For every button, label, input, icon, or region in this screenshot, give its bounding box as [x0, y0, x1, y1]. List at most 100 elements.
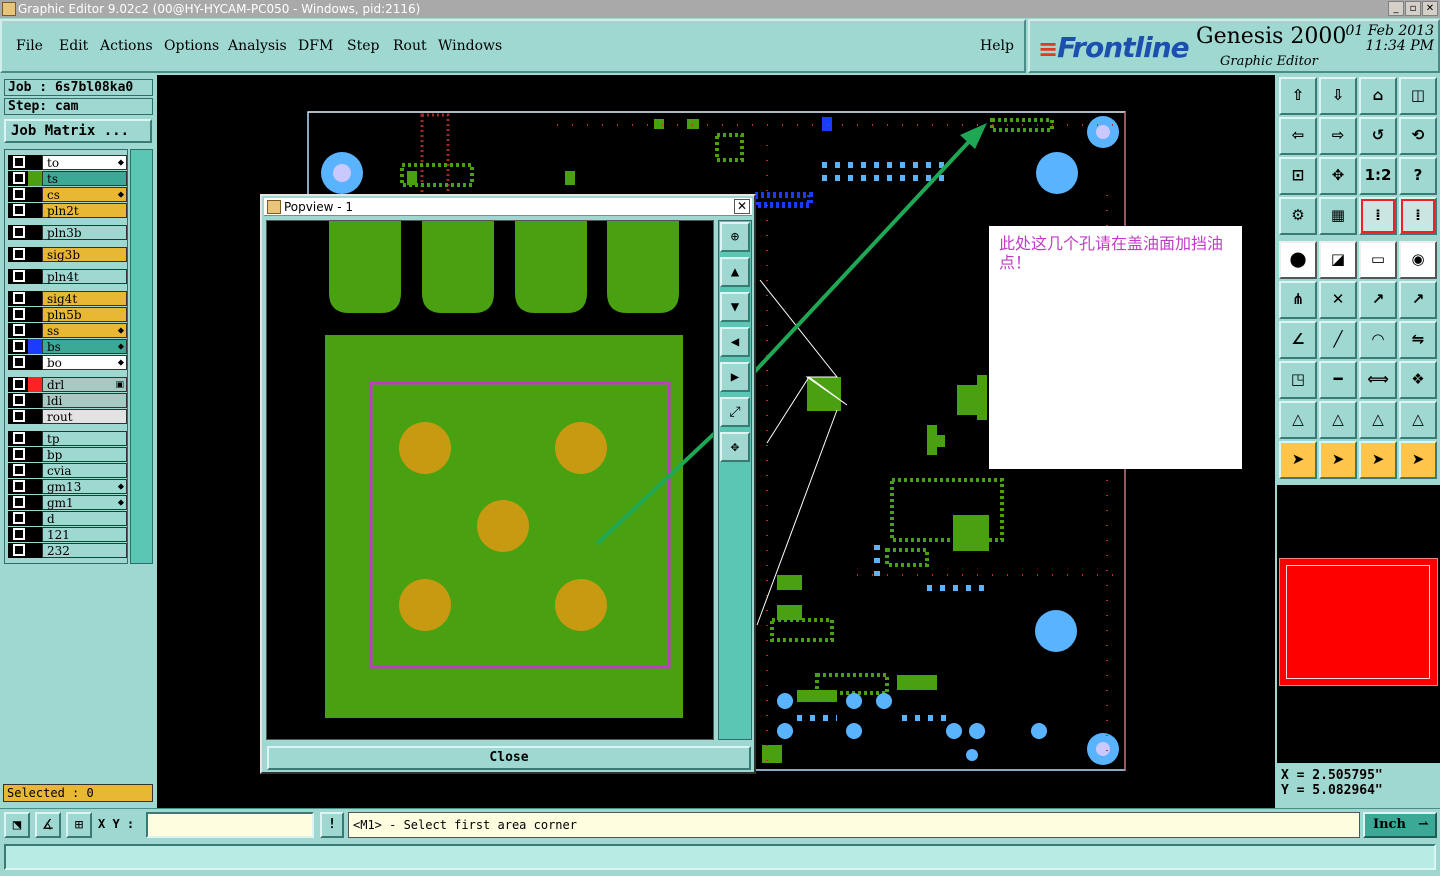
- layer-name[interactable]: gm1 ⬥: [42, 495, 127, 510]
- layer-color-swatch[interactable]: [28, 307, 42, 322]
- layer-name[interactable]: 121: [42, 527, 127, 542]
- layer-color-swatch[interactable]: [28, 247, 42, 262]
- triangle-d-icon[interactable]: △: [1399, 401, 1437, 439]
- layer-name[interactable]: to ⬥: [42, 155, 127, 170]
- layer-row[interactable]: cvia: [8, 463, 127, 478]
- layer-color-swatch[interactable]: [28, 187, 42, 202]
- layer-color-swatch[interactable]: [28, 495, 42, 510]
- layer-name[interactable]: pln4t: [42, 269, 127, 284]
- layer-checkbox[interactable]: [8, 543, 28, 558]
- layer-name[interactable]: rout: [42, 409, 127, 424]
- close-icon[interactable]: ✕: [1422, 1, 1438, 16]
- layer-scrollbar[interactable]: [130, 149, 153, 564]
- layer-name[interactable]: cs ⬥: [42, 187, 127, 202]
- layer-color-swatch[interactable]: [28, 479, 42, 494]
- layer-checkbox[interactable]: [8, 203, 28, 218]
- snap-mode-icon[interactable]: ⬔: [4, 812, 30, 838]
- layer-checkbox[interactable]: [8, 247, 28, 262]
- pan-up-icon[interactable]: ⇧: [1279, 77, 1317, 115]
- layer-checkbox[interactable]: [8, 393, 28, 408]
- move-icon[interactable]: ↗: [1359, 281, 1397, 319]
- layer-name[interactable]: bp: [42, 447, 127, 462]
- layer-color-swatch[interactable]: [28, 463, 42, 478]
- fit-width-icon[interactable]: ⟺: [1359, 361, 1397, 399]
- popview-zoom-in-icon[interactable]: ⊕: [720, 222, 750, 252]
- layer-checkbox[interactable]: [8, 155, 28, 170]
- layer-name[interactable]: drl ▣: [42, 377, 127, 392]
- maximize-icon[interactable]: ▫: [1405, 1, 1421, 16]
- layer-checkbox[interactable]: [8, 291, 28, 306]
- layer-row[interactable]: bs ⬥: [8, 339, 127, 354]
- grid-icon[interactable]: ▦: [1319, 197, 1357, 235]
- layer-row[interactable]: 121: [8, 527, 127, 542]
- layer-row[interactable]: pln4t: [8, 269, 127, 284]
- layer-color-swatch[interactable]: [28, 377, 42, 392]
- pan-down-icon[interactable]: ⇩: [1319, 77, 1357, 115]
- minimize-icon[interactable]: _: [1388, 1, 1404, 16]
- select-path-icon[interactable]: ➤: [1399, 441, 1437, 479]
- undo-zoom-icon[interactable]: ↺: [1359, 117, 1397, 155]
- layer-row[interactable]: d: [8, 511, 127, 526]
- layer-checkbox[interactable]: [8, 355, 28, 370]
- zoom-center-icon[interactable]: ✥: [1319, 157, 1357, 195]
- layer-row[interactable]: rout: [8, 409, 127, 424]
- layer-row[interactable]: to ⬥: [8, 155, 127, 170]
- command-input[interactable]: [4, 844, 1436, 870]
- snap-alt-icon[interactable]: ⁞: [1399, 197, 1437, 235]
- layer-name[interactable]: gm13 ⬥: [42, 479, 127, 494]
- layer-color-swatch[interactable]: [28, 543, 42, 558]
- layer-name[interactable]: sig4t: [42, 291, 127, 306]
- layer-checkbox[interactable]: [8, 377, 28, 392]
- overview-map[interactable]: [1277, 485, 1440, 763]
- layer-color-swatch[interactable]: [28, 447, 42, 462]
- connect-icon[interactable]: ⋔: [1279, 281, 1317, 319]
- layer-color-swatch[interactable]: [28, 323, 42, 338]
- shapes-icon[interactable]: ❖: [1399, 361, 1437, 399]
- job-matrix-button[interactable]: Job Matrix ...: [4, 119, 152, 143]
- layer-row[interactable]: ldi: [8, 393, 127, 408]
- polygon-icon[interactable]: ◳: [1279, 361, 1317, 399]
- popview-pan-left-icon[interactable]: ◀: [720, 327, 750, 357]
- layer-checkbox[interactable]: [8, 527, 28, 542]
- settings-icon[interactable]: ⚙: [1279, 197, 1317, 235]
- layer-color-swatch[interactable]: [28, 339, 42, 354]
- home-icon[interactable]: ⌂: [1359, 77, 1397, 115]
- layer-checkbox[interactable]: [8, 479, 28, 494]
- layer-name[interactable]: ss ⬥: [42, 323, 127, 338]
- layer-row[interactable]: pln5b: [8, 307, 127, 322]
- popview-canvas[interactable]: [266, 220, 714, 740]
- measure-icon[interactable]: ▭: [1359, 241, 1397, 279]
- layer-row[interactable]: cs ⬥: [8, 187, 127, 202]
- layer-name[interactable]: pln5b: [42, 307, 127, 322]
- menu-rout[interactable]: Rout: [393, 38, 427, 54]
- popview-zoom-fit-icon[interactable]: ⤢: [720, 397, 750, 427]
- zoom-ratio-icon[interactable]: 1:2: [1359, 157, 1397, 195]
- layer-row[interactable]: pln3b: [8, 225, 127, 240]
- layer-name[interactable]: pln3b: [42, 225, 127, 240]
- layer-name[interactable]: tp: [42, 431, 127, 446]
- layer-row[interactable]: gm1 ⬥: [8, 495, 127, 510]
- add-line-icon[interactable]: ◪: [1319, 241, 1357, 279]
- layer-color-swatch[interactable]: [28, 431, 42, 446]
- triangle-c-icon[interactable]: △: [1359, 401, 1397, 439]
- snap-icon[interactable]: ⁞: [1359, 197, 1397, 235]
- layer-color-swatch[interactable]: [28, 225, 42, 240]
- layer-checkbox[interactable]: [8, 495, 28, 510]
- help-icon[interactable]: ?: [1399, 157, 1437, 195]
- layer-row[interactable]: bp: [8, 447, 127, 462]
- layer-row[interactable]: sig3b: [8, 247, 127, 262]
- layer-row[interactable]: pln2t: [8, 203, 127, 218]
- layer-color-swatch[interactable]: [28, 393, 42, 408]
- layer-checkbox[interactable]: [8, 187, 28, 202]
- layer-checkbox[interactable]: [8, 339, 28, 354]
- select-box-icon[interactable]: ➤: [1319, 441, 1357, 479]
- menu-dfm[interactable]: DFM: [298, 38, 333, 54]
- layer-color-swatch[interactable]: [28, 355, 42, 370]
- select-pointer-icon[interactable]: ➤: [1279, 441, 1317, 479]
- layer-row[interactable]: gm13 ⬥: [8, 479, 127, 494]
- pause-button[interactable]: !: [320, 812, 344, 838]
- menu-actions[interactable]: Actions: [100, 38, 153, 54]
- overview-viewport[interactable]: [1286, 565, 1430, 679]
- menu-analysis[interactable]: Analysis: [228, 38, 287, 54]
- layer-checkbox[interactable]: [8, 463, 28, 478]
